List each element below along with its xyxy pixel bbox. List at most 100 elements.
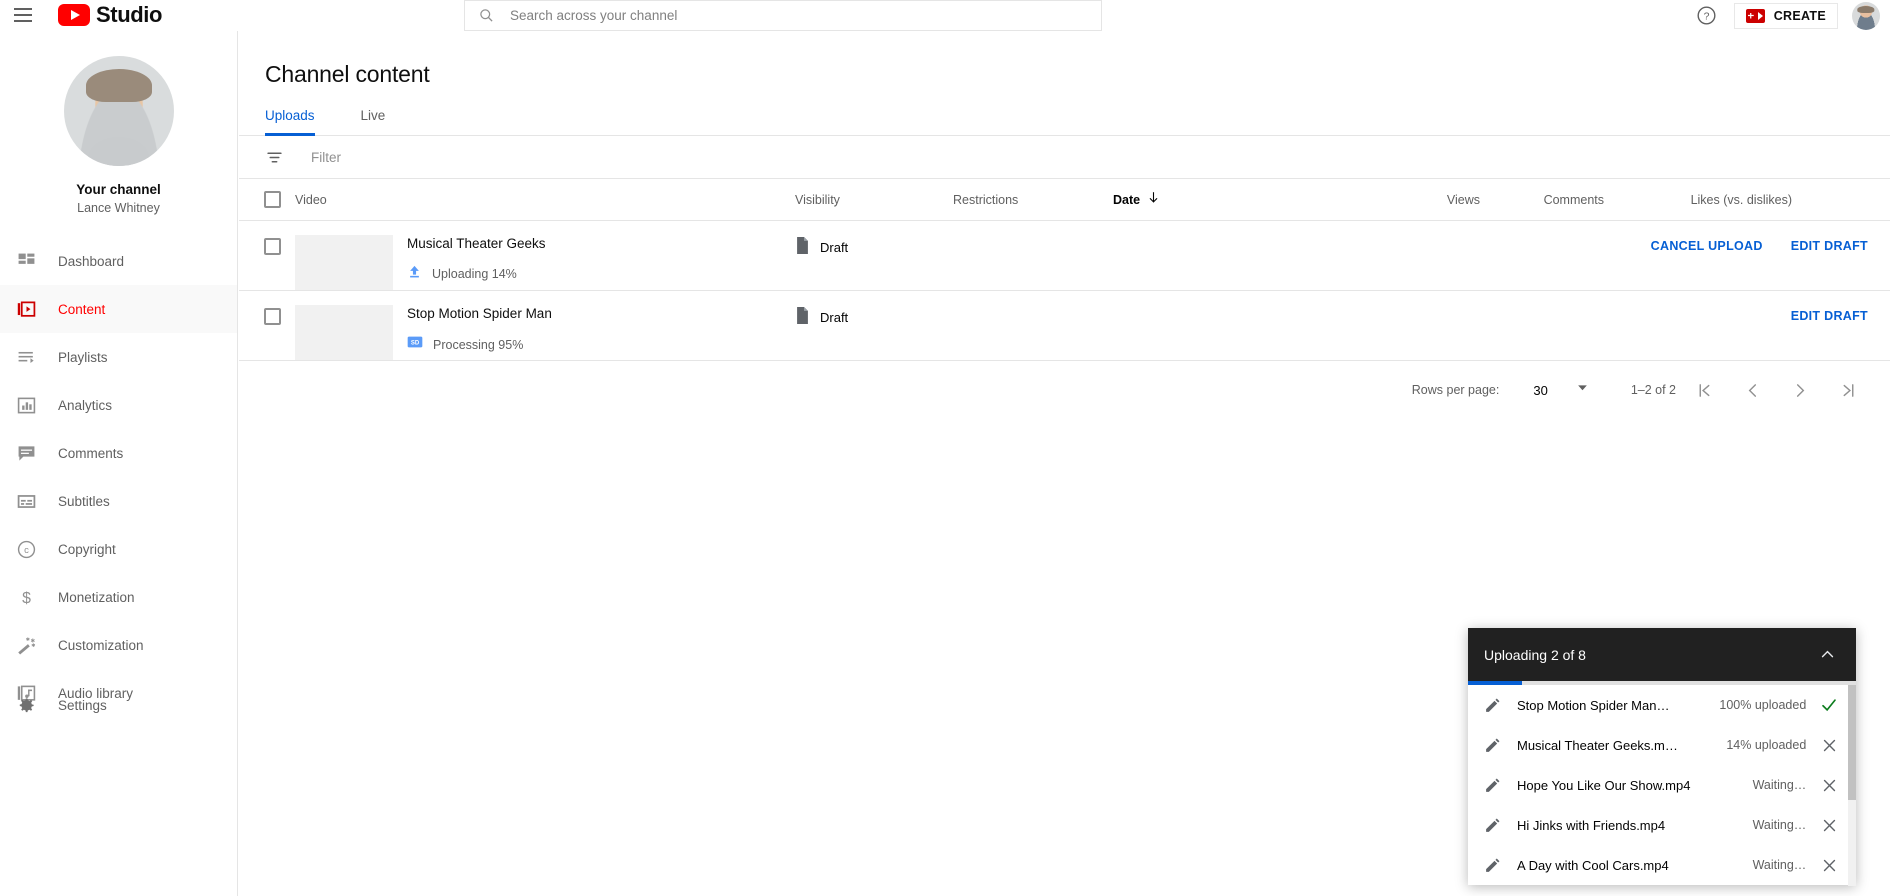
last-page-button[interactable] — [1828, 370, 1868, 410]
first-page-button[interactable] — [1684, 370, 1724, 410]
sidebar-item-dashboard[interactable]: Dashboard — [0, 237, 237, 285]
page-range-label: 1–2 of 2 — [1630, 383, 1676, 397]
sidebar-item-subtitles[interactable]: Subtitles — [0, 477, 237, 525]
tab-uploads[interactable]: Uploads — [265, 108, 333, 136]
rows-per-page-value[interactable]: 30 — [1533, 383, 1547, 398]
upload-file-status: Waiting… — [1752, 778, 1807, 792]
previous-page-button[interactable] — [1732, 370, 1772, 410]
svg-text:?: ? — [1704, 10, 1710, 22]
list-item[interactable]: Stop Motion Spider Man… 100% uploaded — [1468, 685, 1856, 725]
sidebar-item-label: Copyright — [58, 541, 116, 557]
scrollbar-thumb[interactable] — [1848, 685, 1856, 800]
dashboard-icon — [14, 249, 38, 273]
filter-input[interactable] — [311, 149, 911, 165]
sidebar-item-copyright[interactable]: c Copyright — [0, 525, 237, 573]
youtube-studio-logo[interactable]: Studio — [58, 2, 162, 28]
video-thumbnail[interactable] — [295, 305, 393, 360]
close-icon[interactable] — [1814, 737, 1844, 754]
pencil-icon[interactable] — [1484, 737, 1501, 754]
list-item[interactable]: Musical Theater Geeks.m… 14% uploaded — [1468, 725, 1856, 765]
upload-file-name: Hope You Like Our Show.mp4 — [1517, 777, 1691, 793]
sidebar-item-label: Settings — [58, 697, 107, 713]
upload-list-scrollbar[interactable] — [1848, 685, 1856, 886]
create-button[interactable]: CREATE — [1733, 2, 1838, 29]
help-icon[interactable]: ? — [1694, 3, 1720, 29]
filter-bar — [239, 136, 1890, 179]
search-bar[interactable] — [464, 0, 1102, 31]
draft-document-icon — [795, 307, 810, 327]
row-select-cell — [239, 305, 295, 325]
sidebar-item-playlists[interactable]: Playlists — [0, 333, 237, 381]
channel-owner: Lance Whitney — [77, 201, 160, 215]
analytics-bar-icon — [14, 393, 38, 417]
sidebar-item-content[interactable]: Content — [0, 285, 237, 333]
select-all-checkbox[interactable] — [263, 191, 281, 208]
row-checkbox[interactable] — [263, 238, 281, 255]
video-title: Stop Motion Spider Man — [407, 306, 552, 321]
column-header-video: Video — [295, 192, 327, 207]
visibility-cell[interactable]: Draft — [795, 305, 953, 327]
filter-icon[interactable] — [265, 148, 283, 166]
sidebar-item-analytics[interactable]: Analytics — [0, 381, 237, 429]
subtitles-icon — [14, 489, 38, 513]
pencil-icon[interactable] — [1484, 857, 1501, 874]
sidebar-item-comments[interactable]: Comments — [0, 429, 237, 477]
svg-text:SD: SD — [411, 340, 420, 346]
table-row[interactable]: Stop Motion Spider Man SD Processing 95% — [239, 291, 1890, 361]
tab-live[interactable]: Live — [361, 108, 404, 135]
svg-text:c: c — [24, 545, 29, 556]
table-header: Video Visibility Restrictions Date Views… — [239, 179, 1890, 221]
list-item[interactable]: A Day with Cool Cars.mp4 Waiting… — [1468, 845, 1856, 885]
edit-draft-button[interactable]: EDIT DRAFT — [1791, 239, 1868, 253]
avatar[interactable] — [1852, 1, 1880, 30]
pencil-icon[interactable] — [1484, 697, 1501, 714]
close-icon[interactable] — [1814, 857, 1844, 874]
hamburger-icon[interactable] — [10, 2, 36, 28]
sidebar-item-customization[interactable]: ✱ ✱ ✱ Customization — [0, 621, 237, 669]
chevron-down-icon[interactable] — [1576, 381, 1589, 399]
channel-block[interactable]: Your channel Lance Whitney — [0, 31, 237, 215]
pencil-icon[interactable] — [1484, 817, 1501, 834]
upload-file-name: Hi Jinks with Friends.mp4 — [1517, 817, 1666, 833]
close-icon[interactable] — [1814, 817, 1844, 834]
column-header-date[interactable]: Date — [1113, 191, 1298, 209]
video-title: Musical Theater Geeks — [407, 236, 546, 251]
video-status: SD Processing 95% — [407, 334, 552, 355]
content-tabs: Uploads Live — [239, 108, 1890, 136]
visibility-cell[interactable]: Draft — [795, 235, 953, 257]
channel-avatar — [63, 56, 174, 166]
pencil-icon[interactable] — [1484, 777, 1501, 794]
video-thumbnail[interactable] — [295, 235, 393, 290]
next-page-button[interactable] — [1780, 370, 1820, 410]
table-row[interactable]: Musical Theater Geeks Uploading 14% Draf… — [239, 221, 1890, 291]
chevron-up-icon[interactable] — [1814, 642, 1840, 668]
edit-draft-button[interactable]: EDIT DRAFT — [1791, 309, 1868, 323]
list-item[interactable]: Hi Jinks with Friends.mp4 Waiting… — [1468, 805, 1856, 845]
cancel-upload-button[interactable]: CANCEL UPLOAD — [1651, 239, 1763, 253]
check-icon — [1814, 696, 1844, 714]
upload-progress-panel: Uploading 2 of 8 Stop Motion Spider Man…… — [1468, 628, 1856, 886]
draft-document-icon — [795, 237, 810, 257]
sidebar-item-settings[interactable]: Settings — [0, 681, 238, 729]
rows-per-page-label: Rows per page: — [1411, 383, 1500, 397]
studio-wordmark: Studio — [96, 2, 163, 27]
video-status: Uploading 14% — [407, 264, 546, 284]
gear-icon — [14, 693, 38, 717]
sd-badge-icon: SD — [407, 334, 423, 355]
sidebar-item-label: Analytics — [58, 397, 113, 413]
select-all-cell — [239, 191, 295, 208]
video-camera-plus-icon — [1745, 8, 1765, 23]
sidebar-item-monetization[interactable]: $ Monetization — [0, 573, 237, 621]
list-item[interactable]: Hope You Like Our Show.mp4 Waiting… — [1468, 765, 1856, 805]
video-cell: Stop Motion Spider Man SD Processing 95% — [295, 305, 795, 360]
upload-file-status: 14% uploaded — [1726, 738, 1807, 752]
close-icon[interactable] — [1814, 777, 1844, 794]
search-input[interactable] — [510, 8, 1050, 23]
pagination-bar: Rows per page: 30 1–2 of 2 — [239, 361, 1890, 419]
row-actions: EDIT DRAFT — [1791, 309, 1868, 323]
sidebar-item-label: Customization — [58, 637, 144, 653]
top-bar: Studio ? CREATE — [0, 0, 1890, 31]
svg-text:✱: ✱ — [31, 643, 35, 649]
upload-panel-header[interactable]: Uploading 2 of 8 — [1468, 628, 1856, 681]
row-checkbox[interactable] — [263, 308, 281, 325]
